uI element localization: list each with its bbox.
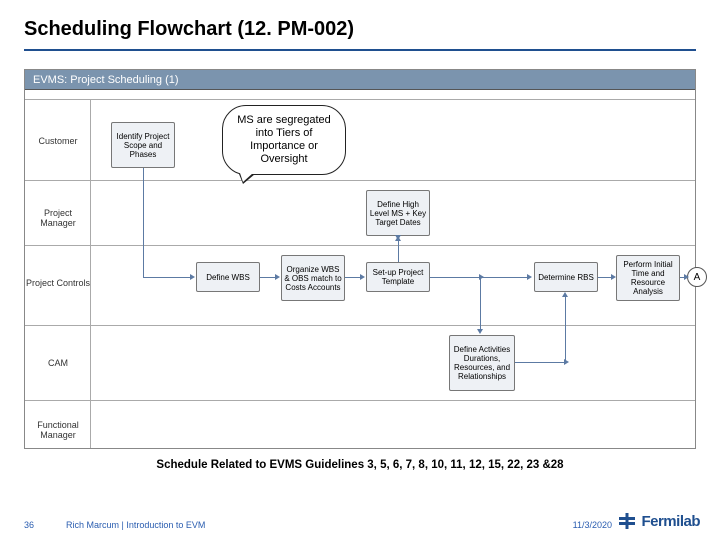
arrow — [565, 296, 566, 362]
box-define-ms: Define High Level MS + Key Target Dates — [366, 190, 430, 236]
footer: 36 Rich Marcum | Introduction to EVM 11/… — [0, 510, 720, 530]
box-define-wbs: Define WBS — [196, 262, 260, 292]
arrow — [515, 362, 565, 363]
arrow — [480, 277, 481, 330]
arrow — [680, 277, 685, 278]
box-organize-wbs-obs: Organize WBS & OBS match to Costs Accoun… — [281, 255, 345, 301]
lane-pc: Project Controls — [25, 278, 91, 288]
presenter-line: Rich Marcum | Introduction to EVM — [66, 520, 205, 530]
lane-cam: CAM — [25, 358, 91, 368]
box-define-activities: Define Activities Durations, Resources, … — [449, 335, 515, 391]
flowchart-container: EVMS: Project Scheduling (1) Customer Pr… — [24, 69, 696, 449]
arrow — [398, 240, 399, 262]
box-determine-rbs: Determine RBS — [534, 262, 598, 292]
arrow — [430, 277, 528, 278]
footer-date: 11/3/2020 — [573, 520, 612, 530]
arrow — [260, 277, 276, 278]
flowchart-canvas: Identify Project Scope and Phases Define… — [91, 100, 695, 448]
caption: Schedule Related to EVMS Guidelines 3, 5… — [24, 459, 696, 471]
swimlane-labels: Customer Project Manager Project Control… — [25, 100, 91, 448]
lane-pm: Project Manager — [25, 208, 91, 228]
fermilab-logo-icon — [617, 511, 637, 531]
callout-ms-tiers: MS are segregated into Tiers of Importan… — [222, 105, 346, 175]
fermilab-logo-text: Fermilab — [641, 513, 700, 530]
box-identify-scope: Identify Project Scope and Phases — [111, 122, 175, 168]
arrow — [598, 277, 612, 278]
arrow — [143, 277, 191, 278]
lane-fm: Functional Manager — [25, 420, 91, 440]
lane-customer: Customer — [25, 136, 91, 146]
box-setup-template: Set-up Project Template — [366, 262, 430, 292]
arrow — [345, 277, 361, 278]
fermilab-logo: Fermilab — [617, 507, 700, 535]
flowchart-strip — [25, 90, 695, 100]
connector-a: A — [687, 267, 707, 287]
arrow — [143, 168, 144, 277]
flowchart-header: EVMS: Project Scheduling (1) — [25, 70, 695, 90]
page-number: 36 — [24, 520, 34, 530]
slide-title: Scheduling Flowchart (12. PM-002) — [24, 18, 696, 47]
title-rule — [24, 49, 696, 51]
box-perform-analysis: Perform Initial Time and Resource Analys… — [616, 255, 680, 301]
